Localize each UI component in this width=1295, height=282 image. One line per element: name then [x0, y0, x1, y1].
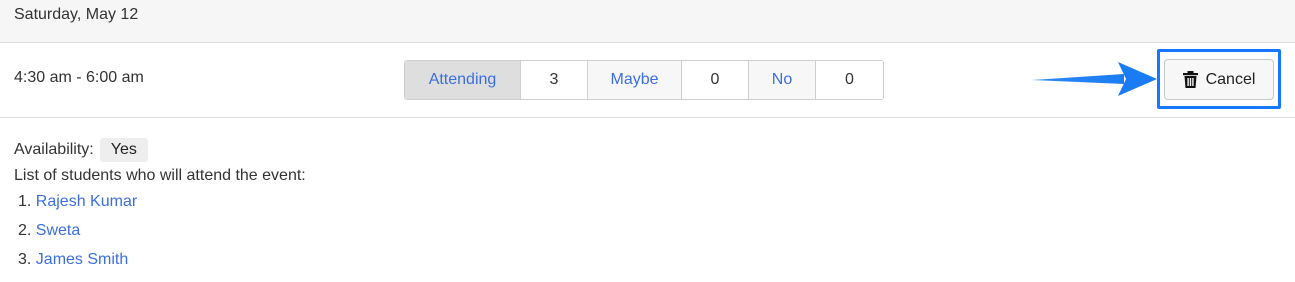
students-caption: List of students who will attend the eve…	[14, 167, 306, 184]
event-time: 4:30 am - 6:00 am	[14, 69, 144, 86]
list-item-number: 3.	[18, 251, 32, 268]
attending-button[interactable]: Attending	[405, 61, 521, 99]
rsvp-group: Attending 3 Maybe 0 No 0	[404, 60, 884, 100]
availability-badge: Yes	[99, 137, 148, 162]
list-item-number: 2.	[18, 222, 32, 239]
arrow-right-icon	[1032, 62, 1157, 96]
cancel-button[interactable]: Cancel	[1164, 59, 1274, 100]
availability-line: Availability: Yes	[14, 136, 306, 163]
maybe-button[interactable]: Maybe	[588, 61, 682, 99]
cancel-label: Cancel	[1205, 70, 1256, 88]
availability-label: Availability:	[14, 140, 94, 158]
no-button[interactable]: No	[749, 61, 816, 99]
list-item: 2. Sweta	[14, 222, 306, 251]
maybe-count: 0	[682, 61, 749, 99]
list-item: 3. James Smith	[14, 251, 306, 280]
students-list: 1. Rajesh Kumar 2. Sweta 3. James Smith	[14, 193, 306, 280]
trash-icon	[1182, 71, 1198, 88]
no-count: 0	[816, 61, 883, 99]
student-link[interactable]: Sweta	[36, 222, 80, 239]
list-item: 1. Rajesh Kumar	[14, 193, 306, 222]
student-link[interactable]: James Smith	[36, 251, 128, 268]
event-details: Availability: Yes List of students who w…	[14, 136, 306, 280]
attending-count: 3	[521, 61, 588, 99]
list-item-number: 1.	[18, 193, 32, 210]
date-header: Saturday, May 12	[0, 0, 1295, 43]
student-link[interactable]: Rajesh Kumar	[36, 193, 137, 210]
